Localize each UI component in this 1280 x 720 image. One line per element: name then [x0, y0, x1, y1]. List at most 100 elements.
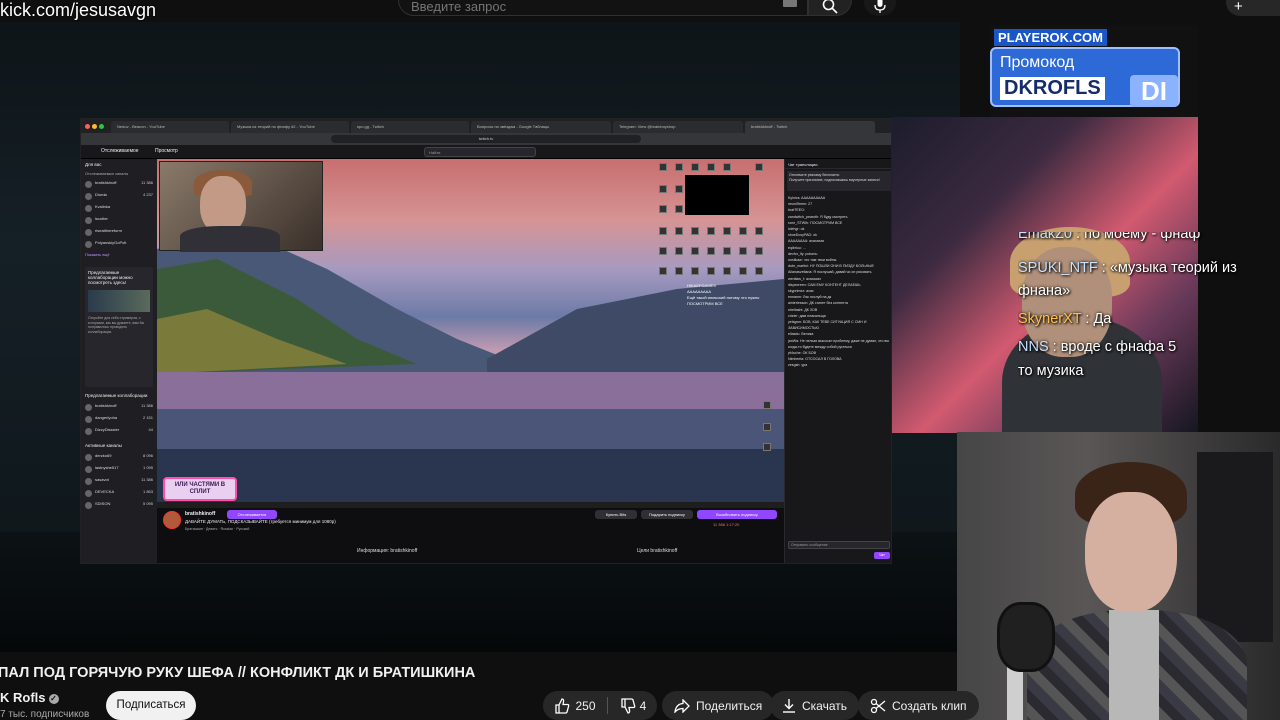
like-dislike-group: 250 4: [543, 691, 657, 720]
twitch-player: HIKAEFGAMES AAAAAAAAA Ещё такой июльский…: [157, 159, 784, 502]
sidebar-suggested-heading: Предлагаемые коллаборации: [85, 393, 148, 398]
like-divider: [607, 697, 608, 714]
download-button[interactable]: Скачать: [770, 691, 859, 720]
channel-name: bratishkinoff: [185, 511, 216, 517]
sidebar-channel: bratishkinoff 11 386: [85, 180, 155, 189]
subscriber-count: 7 тыс. подписчиков: [0, 709, 90, 720]
sidebar-channel: derzko69 8 096: [85, 453, 155, 462]
kick-url-overlay: kick.com/jesusavgn: [0, 0, 157, 20]
youtube-watch-page: + Nedov - Beacon - YouTube Музыка из тео…: [0, 0, 1280, 720]
sidebar-channel: riseatthereform: [85, 228, 155, 237]
stream-title: ДАВАЙТЕ ДУМАТЬ, ПОДСКАЗЫВАЙТЕ (требуется…: [185, 519, 336, 524]
browser-tab-active: bratishkinoff - Twitch: [745, 121, 875, 133]
browser-tab: Вопросы по звёздам - Google Таблицы: [471, 121, 611, 133]
promo-logo: DI: [1130, 75, 1178, 107]
download-label: Скачать: [802, 698, 847, 713]
channel-name-text: K Rofls: [0, 690, 46, 705]
overlay-chat-line: SPUKI_NTF : «музыка теорий из: [1018, 260, 1237, 276]
twitch-search: Найти: [424, 147, 536, 157]
chat-messages: Kylnics: AAAAAAAAAA neon0freen: 27 bratT…: [785, 193, 891, 371]
gift-sub-button: Подарить подписку: [641, 510, 693, 519]
scissors-icon: [870, 698, 886, 713]
like-count: 250: [575, 698, 596, 713]
chat-message: yelsgwn: БОВ, КАК TEBE СИТУАЦИЯ С СМН И …: [788, 320, 867, 331]
stream-info: bratishkinoff Отслеживается ДАВАЙТЕ ДУМА…: [157, 508, 784, 563]
promo-code: DKROFLS: [1000, 77, 1105, 100]
browser-tab-strip: Nedov - Beacon - YouTube Музыка из теори…: [81, 119, 891, 133]
promo-card-title: Предлагаемые коллаборации можно посмотре…: [88, 270, 133, 285]
overlay-chat-line: фнана»: [1018, 283, 1071, 299]
sidebar-channel: lastnyshe517 1 095: [85, 465, 155, 474]
browser-tab: Nedov - Beacon - YouTube: [111, 121, 229, 133]
promo-card-description: Откройте для себя стримеров, с которыми,…: [88, 316, 145, 334]
share-button[interactable]: Поделиться: [662, 691, 775, 720]
dislike-button[interactable]: 4: [609, 691, 657, 720]
thumb-down-icon: [621, 697, 636, 714]
overlay-chat-line: то музика: [1018, 363, 1084, 379]
stream-chat-overlay: EmakZ0 : по моему - фнаф SPUKI_NTF : «му…: [1018, 232, 1280, 384]
like-button[interactable]: 250: [543, 691, 607, 720]
keyboard-icon[interactable]: [783, 0, 797, 7]
promo-label: Промокод: [1000, 54, 1075, 71]
nav-following: Отслеживаемое: [101, 148, 139, 154]
sidebar-channel: SDISON 5 095: [85, 501, 155, 510]
sidebar-channel: PolyanskiyGoPolt: [85, 240, 155, 249]
sidebar-show-more: Показать ещё: [85, 253, 110, 257]
buy-bits-button: Купить Bits: [595, 510, 637, 519]
overlay-chat-line: EmakZ0 : по моему - фнаф: [1018, 232, 1201, 242]
sidebar-followed-heading: Отслеживаемые каналы: [85, 172, 129, 176]
sidebar-channel: bratishkinoff 11 386: [85, 403, 155, 412]
browser-tab: spo.gg - Twitch: [351, 121, 469, 133]
sidebar-channel: dangerlyoha 2 151: [85, 415, 155, 424]
channel-name-link[interactable]: K Rofls ✓: [0, 690, 59, 705]
overlay-chat-line: NNS : вроде с фнафа 5: [1018, 339, 1177, 355]
follow-button: Отслеживается: [227, 510, 277, 519]
promo-site: PLAYEROK.COM: [994, 29, 1107, 46]
twitch-header: Отслеживаемое Просмотр Найти: [81, 145, 891, 159]
promo-banner: PLAYEROK.COM Промокод DKROFLS DI: [990, 25, 1198, 117]
browser-tab: Музыка из теорий по фнафу #2 - YouTube: [231, 121, 349, 133]
overlay-chat-line: SkynerXT : Да: [1018, 311, 1112, 327]
twitch-chat: Чат трансляции Отключите рекламу бесплат…: [784, 159, 891, 563]
sidebar-channel: Diorda 4 237: [85, 192, 155, 201]
video-player[interactable]: Nedov - Beacon - YouTube Музыка из теори…: [0, 22, 960, 652]
search-bar[interactable]: [398, 0, 808, 16]
browser-tab: Telegram: View @brainboyshop: [613, 121, 743, 133]
chat-send-button: Чат: [874, 552, 890, 559]
create-button[interactable]: +: [1226, 0, 1280, 16]
video-title: ПАЛ ПОД ГОРЯЧУЮ РУКУ ШЕФА // КОНФЛИКТ ДК…: [0, 665, 476, 681]
verified-icon: ✓: [48, 694, 59, 704]
goals-heading: Цели bratishkinoff: [637, 548, 678, 554]
sidebar-heading: Для вас: [85, 162, 102, 167]
overlay-mini-chat: HIKAEFGAMES AAAAAAAAA Ещё такой июльский…: [687, 283, 760, 306]
about-heading: Информация: bratishkinoff: [357, 548, 418, 554]
create-label: +: [1234, 0, 1243, 15]
sidebar-channel: DEVECKA 1 853: [85, 489, 155, 498]
twitch-sidebar: Для вас Отслеживаемые каналы bratishkino…: [81, 159, 157, 563]
thumb-up-icon: [555, 697, 570, 714]
nested-browser-window: Nedov - Beacon - YouTube Музыка из теори…: [80, 118, 892, 564]
split-promo-badge: ИЛИ ЧАСТЯМИ В СПЛИТ: [163, 477, 237, 501]
dislike-count: 4: [639, 698, 647, 713]
channel-avatar: [163, 511, 181, 529]
streamer-webcam: [159, 161, 323, 252]
chat-header: Чат трансляции: [785, 159, 891, 169]
nav-browse: Просмотр: [155, 148, 178, 154]
sidebar-channel: DizzyDissster 44: [85, 427, 155, 436]
chat-pinned-message: Отключите рекламу бесплатно Получите при…: [787, 171, 891, 191]
promo-box: Промокод DKROFLS DI: [990, 47, 1180, 107]
stream-tags: Братишкин · Девять · Russian · Русский: [185, 527, 250, 531]
sidebar-promo-card: Предлагаемые коллаборации можно посмотре…: [85, 267, 153, 387]
mic-icon: [874, 0, 886, 13]
chat-send-row: Чат: [788, 552, 890, 560]
create-clip-button[interactable]: Создать клип: [858, 691, 979, 720]
subscribe-button[interactable]: Подписаться: [106, 691, 196, 720]
search-icon: [822, 0, 838, 14]
sidebar-active-heading: Активные каналы: [85, 443, 122, 448]
sidebar-channel: sasavot 11 386: [85, 477, 155, 486]
create-clip-label: Создать клип: [892, 698, 967, 713]
chat-input: Отправить сообщение: [788, 541, 890, 549]
search-input[interactable]: [411, 0, 795, 14]
sidebar-channel: Kvalinka: [85, 204, 155, 213]
share-label: Поделиться: [696, 698, 763, 713]
